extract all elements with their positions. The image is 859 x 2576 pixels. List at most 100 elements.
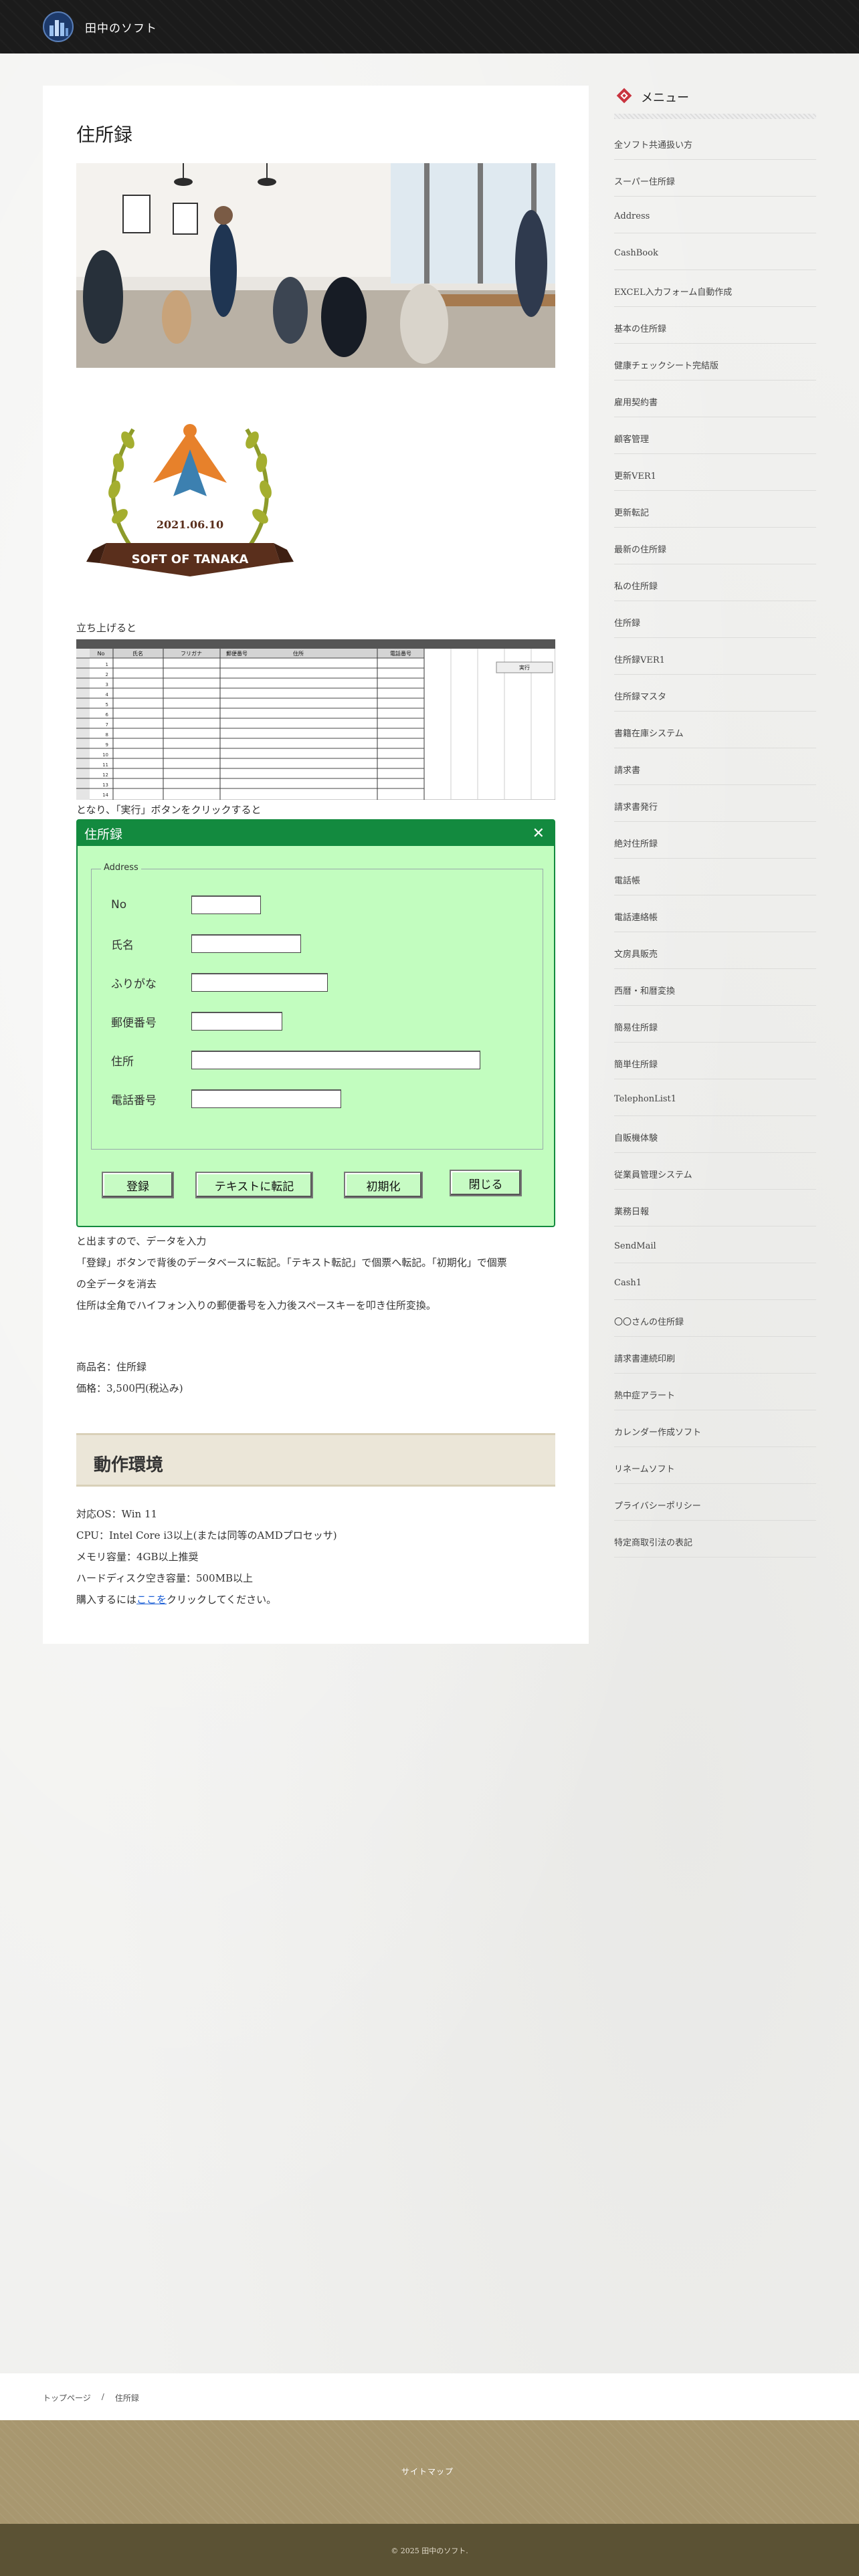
description: と出ますので、データを入力 「登録」ボタンで背後のデータベースに転記。「テキスト… bbox=[76, 1230, 507, 1316]
kana-label: ふりがな bbox=[111, 977, 157, 991]
sidebar-item[interactable]: 熱中症アラート bbox=[614, 1374, 816, 1410]
sidebar-item[interactable]: 書籍在庫システム bbox=[614, 712, 816, 748]
sidebar-item[interactable]: 簡単住所録 bbox=[614, 1043, 816, 1079]
sidebar-item[interactable]: 私の住所録 bbox=[614, 564, 816, 601]
phone-field[interactable] bbox=[191, 1089, 341, 1108]
badge-ribbon-text: SOFT OF TANAKA bbox=[132, 552, 249, 566]
sidebar-item[interactable]: 更新VER1 bbox=[614, 454, 816, 491]
text-export-button[interactable]: テキストに転記 bbox=[195, 1172, 313, 1198]
sidebar-title: メニュー bbox=[641, 91, 689, 105]
sidebar-item[interactable]: 健康チェックシート完結版 bbox=[614, 344, 816, 381]
close-icon[interactable]: ✕ bbox=[533, 825, 545, 842]
release-badge: 2021.06.10 SOFT OF TANAKA bbox=[86, 424, 294, 576]
sidebar-item[interactable]: 簡易住所録 bbox=[614, 1006, 816, 1043]
copyright: © 2025 田中のソフト. bbox=[391, 2547, 468, 2555]
sheet-header-name: 氏名 bbox=[132, 650, 143, 657]
sidebar-item[interactable]: スーパー住所録 bbox=[614, 160, 816, 197]
office-photo bbox=[76, 163, 555, 368]
spec-cpu: CPU：Intel Core i3以上(または同等のAMDプロセッサ) bbox=[76, 1529, 337, 1541]
sidebar-item[interactable]: 顧客管理 bbox=[614, 417, 816, 454]
after-sheet-text: となり、「実行」ボタンをクリックすると bbox=[76, 804, 262, 816]
description-line-2: 「登録」ボタンで背後のデータベースに転記。「テキスト転記」で個票へ転記。「初期化… bbox=[76, 1257, 507, 1269]
sidebar-item[interactable]: 住所録 bbox=[614, 601, 816, 638]
name-field[interactable] bbox=[191, 934, 301, 953]
description-line-3: の全データを消去 bbox=[76, 1278, 157, 1290]
sidebar-item[interactable]: 最新の住所録 bbox=[614, 528, 816, 564]
product-price: 価格：3,500円(税込み) bbox=[76, 1382, 183, 1394]
no-field[interactable] bbox=[191, 895, 261, 914]
sidebar-item[interactable]: TelephonList1 bbox=[614, 1079, 816, 1116]
sheet-row-number: 2 bbox=[106, 672, 108, 677]
sitemap-link[interactable]: サイトマップ bbox=[401, 2466, 454, 2477]
badge-date: 2021.06.10 bbox=[157, 518, 223, 531]
phone-label: 電話番号 bbox=[111, 1093, 157, 1107]
sheet-header-address: 住所 bbox=[293, 650, 304, 657]
sidebar-item[interactable]: Cash1 bbox=[614, 1263, 816, 1300]
sidebar-item[interactable]: 請求書発行 bbox=[614, 785, 816, 822]
sidebar-item[interactable]: カレンダー作成ソフト bbox=[614, 1410, 816, 1447]
sidebar-list: 全ソフト共通扱い方 スーパー住所録 Address CashBook EXCEL入力フォ… bbox=[614, 123, 816, 1558]
address-label: 住所 bbox=[111, 1055, 134, 1069]
name-row: 氏名 bbox=[111, 934, 301, 953]
address-field[interactable] bbox=[191, 1051, 480, 1069]
breadcrumb-separator: / bbox=[101, 2392, 104, 2401]
site-logo-icon[interactable] bbox=[41, 11, 75, 43]
sheet-header-no: No bbox=[98, 651, 105, 657]
sidebar-item[interactable]: 雇用契約書 bbox=[614, 381, 816, 417]
sidebar-item[interactable]: 全ソフト共通扱い方 bbox=[614, 123, 816, 160]
sidebar-heading: メニュー bbox=[614, 86, 818, 123]
sidebar-item[interactable]: 請求書連続印刷 bbox=[614, 1337, 816, 1374]
zip-field[interactable] bbox=[191, 1012, 282, 1031]
sheet-row-number: 6 bbox=[106, 712, 109, 718]
sheet-row-number: 3 bbox=[106, 682, 108, 687]
sidebar-item[interactable]: 西暦・和暦変換 bbox=[614, 969, 816, 1006]
sidebar-item[interactable]: CashBook bbox=[614, 233, 816, 270]
zip-label: 郵便番号 bbox=[111, 1016, 157, 1030]
system-requirements: 対応OS：Win 11 CPU：Intel Core i3以上(または同等のAM… bbox=[76, 1503, 337, 1610]
article-card: 住所録 2021.06.10 SOFT OF TANAKA 立ち上げると No … bbox=[43, 86, 589, 1644]
close-button[interactable]: 閉じる bbox=[450, 1170, 522, 1196]
sheet-run-button-label: 実行 bbox=[519, 664, 530, 671]
sheet-row-number: 1 bbox=[106, 662, 108, 667]
address-userform: 住所録 ✕ Address No 氏名 ふりがな 郵便番号 住所 電話番号 登録… bbox=[76, 819, 555, 1227]
sidebar-item[interactable]: SendMail bbox=[614, 1226, 816, 1263]
kana-field[interactable] bbox=[191, 973, 328, 992]
sidebar-item[interactable]: EXCEL入力フォーム自動作成 bbox=[614, 270, 816, 307]
sidebar-heading-bar bbox=[614, 114, 816, 119]
sidebar-item[interactable]: プライバシーポリシー bbox=[614, 1484, 816, 1521]
sidebar-item[interactable]: 住所録VER1 bbox=[614, 638, 816, 675]
sidebar-item[interactable]: 特定商取引法の表記 bbox=[614, 1521, 816, 1558]
site-title[interactable]: 田中のソフト bbox=[85, 19, 157, 35]
product-info: 商品名：住所録 価格：3,500円(税込み) bbox=[76, 1356, 183, 1399]
breadcrumb: トップページ / 住所録 bbox=[43, 2392, 139, 2403]
purchase-prefix: 購入するには bbox=[76, 1594, 137, 1606]
sidebar-item[interactable]: 電話連絡帳 bbox=[614, 895, 816, 932]
sidebar-item[interactable]: 絶対住所録 bbox=[614, 822, 816, 859]
initialize-button[interactable]: 初期化 bbox=[344, 1172, 423, 1198]
breadcrumb-bar: トップページ / 住所録 bbox=[0, 2373, 859, 2420]
userform-titlebar[interactable]: 住所録 ✕ bbox=[78, 821, 554, 846]
sidebar-item[interactable]: 電話帳 bbox=[614, 859, 816, 895]
breadcrumb-home[interactable]: トップページ bbox=[43, 2392, 91, 2403]
name-label: 氏名 bbox=[111, 938, 134, 952]
sidebar-item[interactable]: Address bbox=[614, 197, 816, 233]
sidebar-item[interactable]: 〇〇さんの住所録 bbox=[614, 1300, 816, 1337]
sidebar-item[interactable]: 業務日報 bbox=[614, 1190, 816, 1226]
sidebar-item[interactable]: 自販機体験 bbox=[614, 1116, 816, 1153]
purchase-link[interactable]: ここを bbox=[136, 1594, 167, 1606]
register-button[interactable]: 登録 bbox=[102, 1172, 174, 1198]
sidebar-item[interactable]: 従業員管理システム bbox=[614, 1153, 816, 1190]
footer-nav: サイトマップ bbox=[0, 2420, 859, 2524]
sidebar-item[interactable]: 請求書 bbox=[614, 748, 816, 785]
sheet-header-zip: 郵便番号 bbox=[226, 650, 248, 657]
page-title: 住所録 bbox=[76, 124, 133, 146]
sidebar-item[interactable]: 更新転記 bbox=[614, 491, 816, 528]
sidebar-item[interactable]: 文房具販売 bbox=[614, 932, 816, 969]
sidebar-item[interactable]: 基本の住所録 bbox=[614, 307, 816, 344]
sidebar-item[interactable]: 住所録マスタ bbox=[614, 675, 816, 712]
sidebar-item[interactable]: リネームソフト bbox=[614, 1447, 816, 1484]
product-name: 商品名：住所録 bbox=[76, 1361, 147, 1373]
spec-memory: メモリ容量：4GB以上推奨 bbox=[76, 1551, 199, 1563]
sheet-row-number: 5 bbox=[106, 702, 108, 708]
sheet-row-number: 9 bbox=[106, 742, 108, 748]
